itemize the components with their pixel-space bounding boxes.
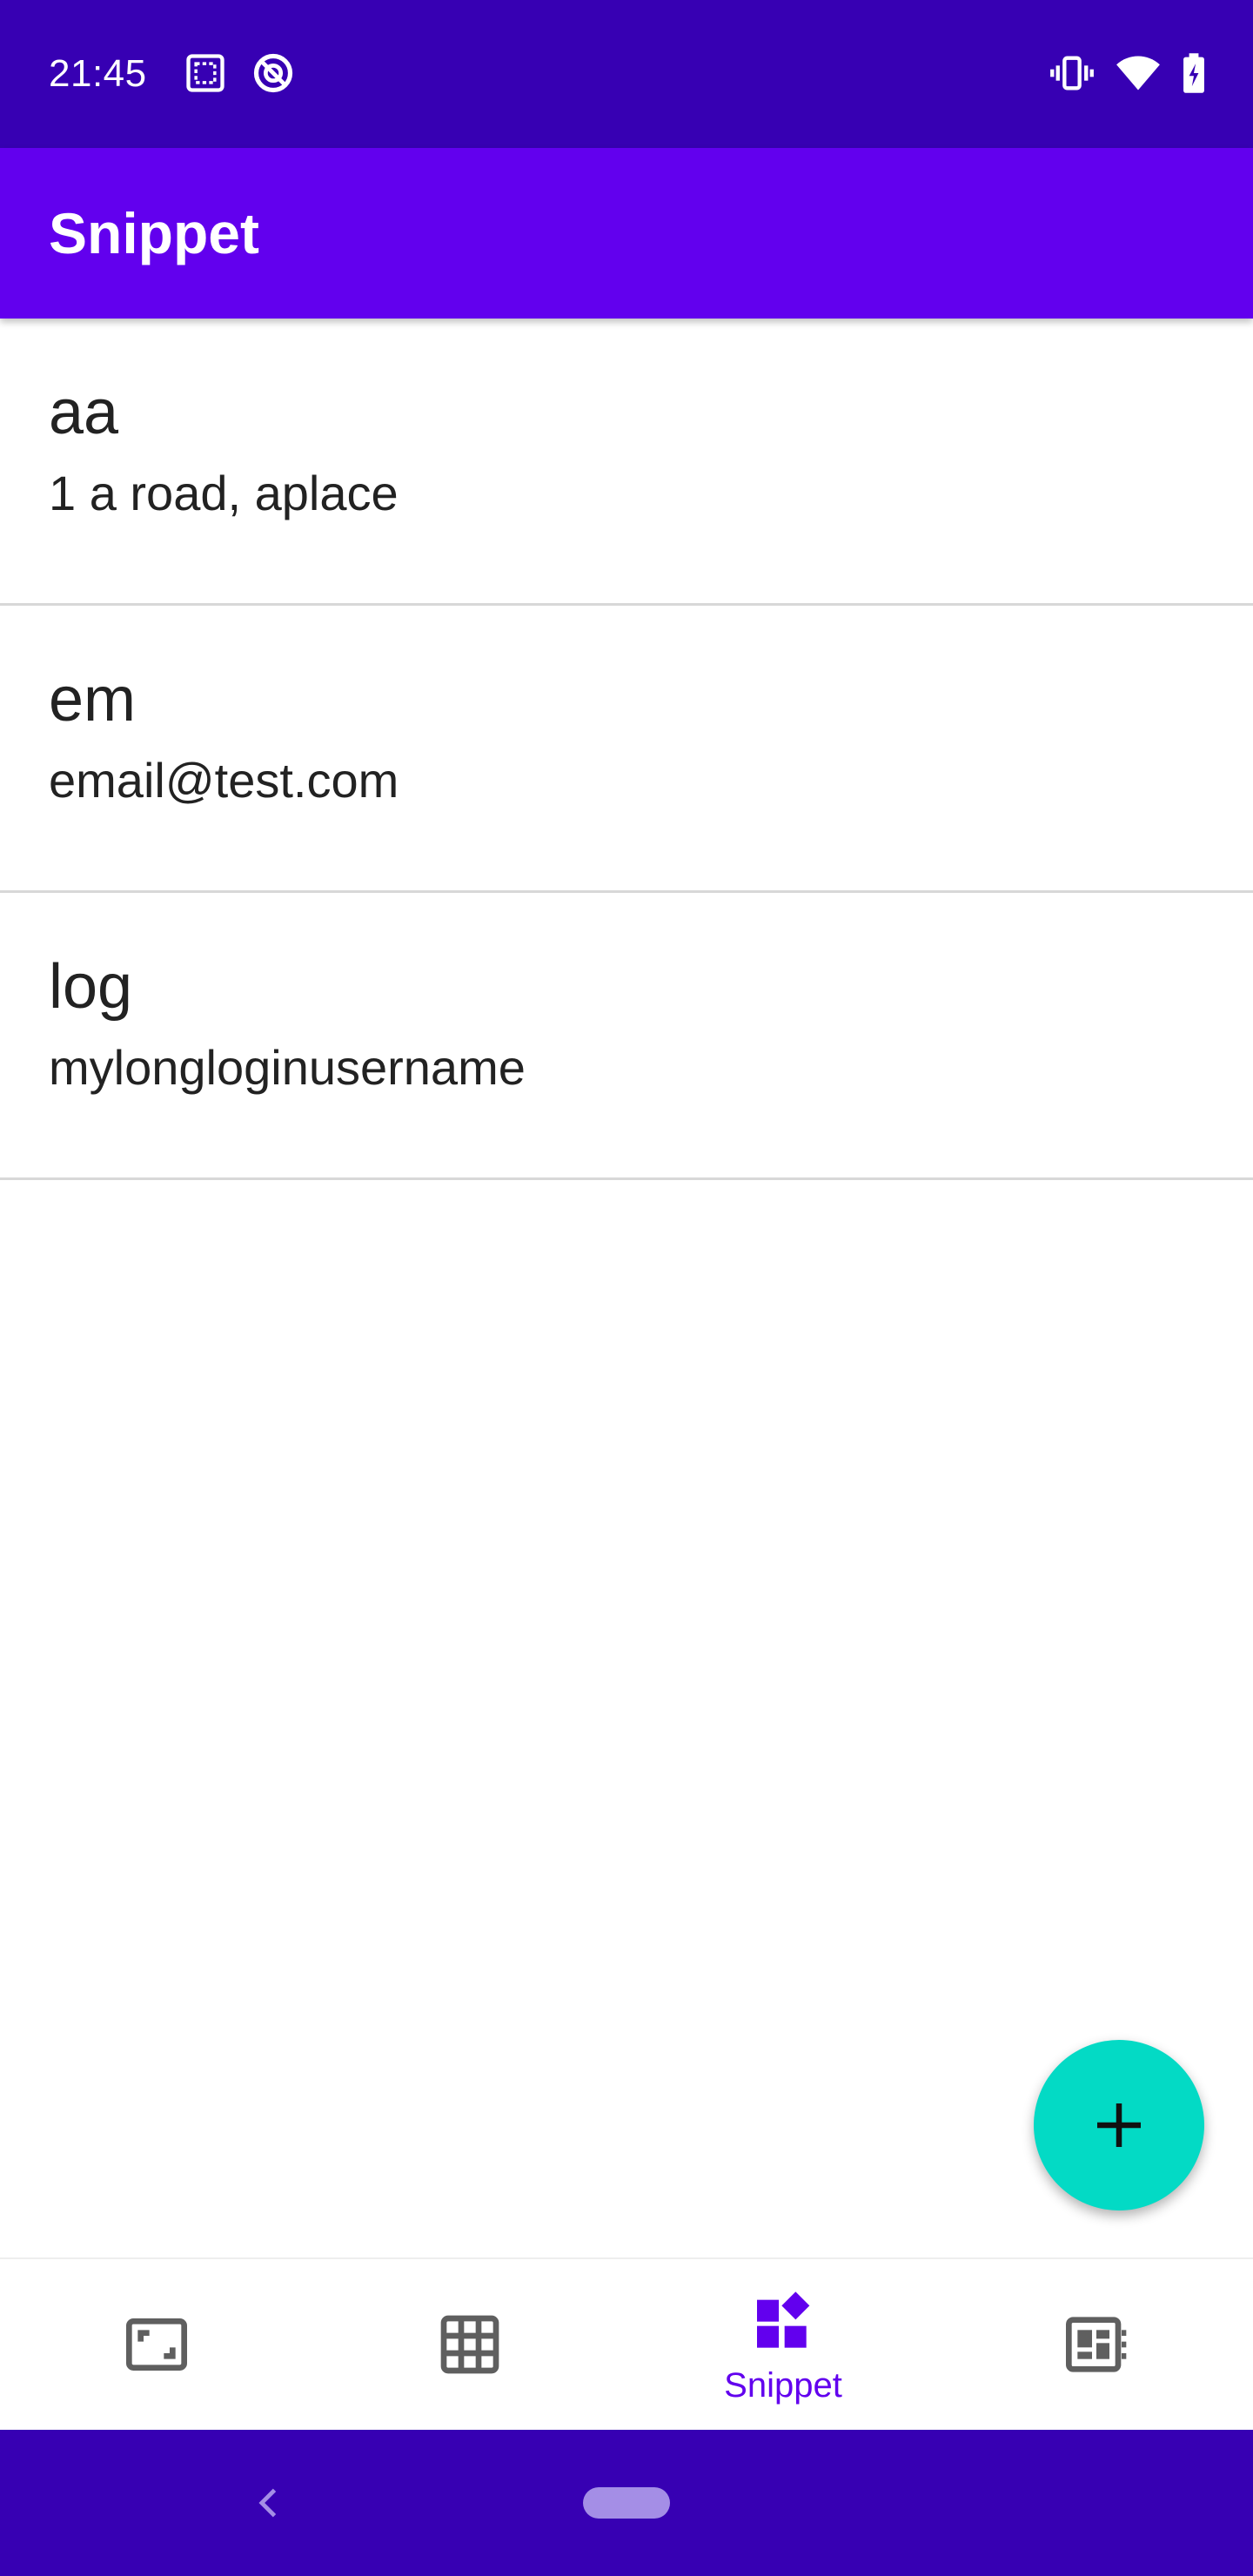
nav-item-fullscreen[interactable] bbox=[0, 2259, 313, 2430]
widgets-icon bbox=[748, 2285, 818, 2355]
status-time: 21:45 bbox=[49, 52, 147, 95]
battery-charging-icon bbox=[1171, 50, 1216, 96]
add-snippet-button[interactable] bbox=[1034, 2040, 1204, 2210]
bottom-navigation: Snippet bbox=[0, 2257, 1253, 2430]
data-saver-icon bbox=[251, 50, 296, 96]
snippet-list: aa 1 a road, aplace em email@test.com lo… bbox=[0, 319, 1253, 1180]
nav-item-dashboard[interactable] bbox=[940, 2259, 1253, 2430]
system-navigation-bar bbox=[0, 2430, 1253, 2576]
snippet-list-item[interactable]: em email@test.com bbox=[0, 606, 1253, 893]
nav-item-snippet[interactable]: Snippet bbox=[626, 2259, 940, 2430]
snippet-key: em bbox=[49, 665, 137, 735]
home-pill-icon[interactable] bbox=[583, 2487, 670, 2519]
back-icon[interactable] bbox=[251, 2479, 289, 2527]
snippet-value: email@test.com bbox=[49, 753, 399, 808]
app-title: Snippet bbox=[49, 201, 259, 265]
nav-item-grid[interactable] bbox=[313, 2259, 626, 2430]
screenshot-icon bbox=[183, 50, 228, 96]
fullscreen-frame-icon bbox=[122, 2310, 191, 2379]
snippet-key: log bbox=[49, 952, 133, 1022]
snippet-value: mylongloginusername bbox=[49, 1040, 526, 1095]
vibrate-icon bbox=[1049, 50, 1095, 96]
dashboard-icon bbox=[1062, 2310, 1131, 2379]
status-bar: 21:45 bbox=[0, 0, 1253, 148]
snippet-list-item[interactable]: log mylongloginusername bbox=[0, 893, 1253, 1180]
grid-icon bbox=[435, 2310, 505, 2379]
wifi-icon bbox=[1116, 50, 1161, 96]
nav-label-snippet: Snippet bbox=[724, 2366, 842, 2405]
snippet-key: aa bbox=[49, 378, 119, 447]
app-bar: Snippet bbox=[0, 148, 1253, 319]
app-screen: 21:45 Snippet aa 1 a road, aplace em ema… bbox=[0, 0, 1253, 2576]
snippet-list-item[interactable]: aa 1 a road, aplace bbox=[0, 319, 1253, 606]
plus-icon bbox=[1093, 2099, 1145, 2151]
snippet-value: 1 a road, aplace bbox=[49, 466, 399, 520]
